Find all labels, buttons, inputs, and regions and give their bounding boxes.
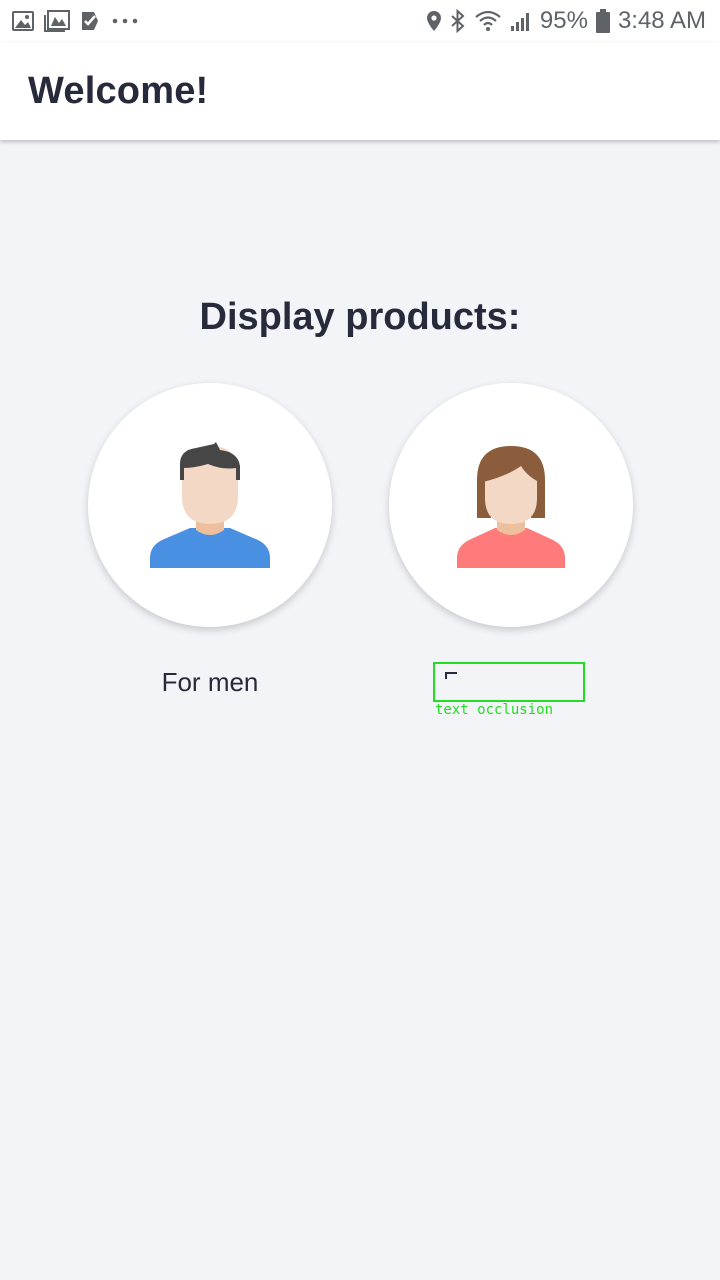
woman-avatar-icon	[451, 442, 571, 568]
battery-percent: 95%	[539, 7, 588, 34]
photo-icon	[44, 10, 70, 32]
wifi-icon	[474, 10, 502, 32]
for-women-option[interactable]	[388, 383, 634, 699]
status-bar: 95% 3:48 AM	[0, 0, 720, 42]
text-occlusion-box	[433, 662, 585, 702]
man-avatar-icon	[150, 442, 270, 568]
occluded-text-fragment	[445, 672, 457, 679]
text-occlusion-caption: text occlusion	[435, 702, 554, 718]
women-avatar-circle[interactable]	[389, 383, 633, 627]
status-bar-left	[12, 10, 140, 32]
battery-icon	[595, 9, 610, 33]
location-icon	[426, 10, 442, 32]
app-bar: Welcome!	[0, 42, 720, 140]
status-bar-right: 95% 3:48 AM	[426, 7, 706, 35]
page-title: Welcome!	[28, 69, 209, 112]
for-men-label: For men	[161, 667, 259, 697]
more-dots-icon	[110, 17, 140, 25]
for-men-option[interactable]: For men	[87, 383, 333, 699]
section-heading: Display products:	[199, 296, 521, 338]
men-avatar-circle[interactable]	[88, 383, 332, 627]
bluetooth-icon	[450, 9, 466, 33]
check-icon	[80, 11, 100, 31]
clock: 3:48 AM	[617, 7, 706, 34]
gallery-icon	[12, 11, 34, 31]
signal-icon	[510, 10, 532, 32]
